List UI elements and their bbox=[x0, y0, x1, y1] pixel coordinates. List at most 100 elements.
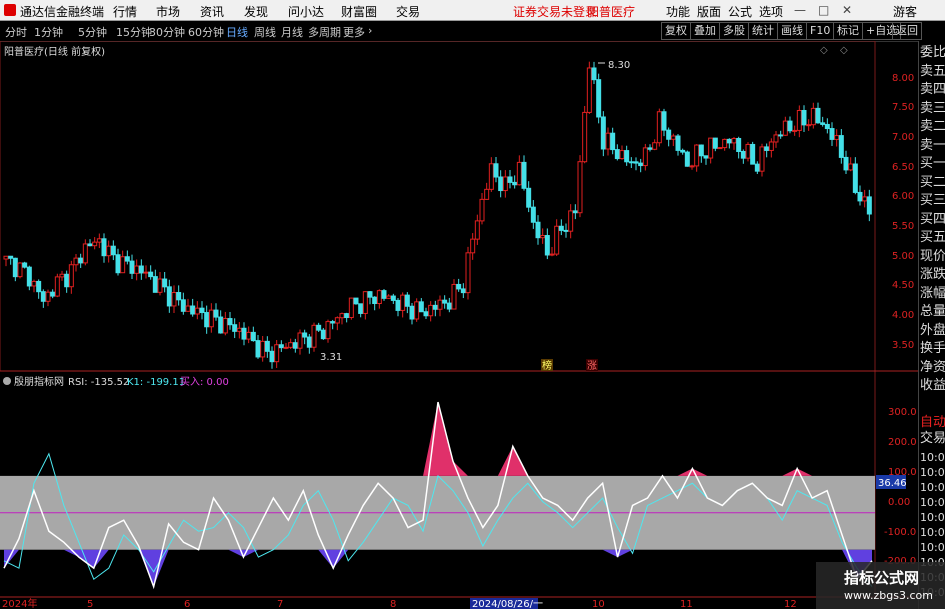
candle-body bbox=[689, 165, 695, 168]
menu-item-layout[interactable]: 版面 bbox=[697, 3, 721, 20]
statistics-button[interactable]: 统计 bbox=[748, 22, 778, 40]
candle-body bbox=[778, 134, 784, 137]
menu-item-ask[interactable]: 问小达 bbox=[288, 3, 324, 20]
period-tab-30min[interactable]: 30分钟 bbox=[149, 24, 185, 40]
period-toolbar: 分时 1分钟 5分钟 15分钟 30分钟 60分钟 日线 周线 月线 多周期 更… bbox=[0, 21, 945, 42]
price-tick: 8.00 bbox=[892, 73, 914, 84]
period-tab-multi[interactable]: 多周期 bbox=[308, 24, 341, 40]
candle-body bbox=[852, 163, 858, 193]
candle-body bbox=[568, 210, 574, 232]
quote-field-label: 买三 bbox=[920, 193, 945, 208]
period-tab-daily[interactable]: 日线 bbox=[226, 24, 248, 40]
candle-body bbox=[68, 264, 74, 288]
candle-body bbox=[456, 283, 462, 290]
candle-body bbox=[213, 309, 219, 318]
quote-field-label: 涨幅 bbox=[920, 285, 945, 301]
adjust-button[interactable]: 复权 bbox=[661, 22, 691, 40]
candle-body bbox=[367, 291, 373, 298]
candle-body bbox=[446, 302, 452, 310]
candle-body bbox=[740, 150, 746, 159]
candle-body bbox=[64, 273, 70, 288]
overlay-button[interactable]: 叠加 bbox=[690, 22, 720, 40]
rsi-oversold-fill bbox=[4, 549, 872, 587]
candle-body bbox=[796, 109, 802, 131]
trade-time: 10:08 bbox=[920, 496, 945, 509]
trade-time: 10:08 bbox=[920, 451, 945, 464]
menu-item-function[interactable]: 功能 bbox=[666, 3, 690, 20]
candle-body bbox=[227, 318, 233, 326]
candle-body bbox=[554, 225, 560, 255]
candle-body bbox=[101, 238, 107, 257]
period-tab-60min[interactable]: 60分钟 bbox=[188, 24, 224, 40]
candle-body bbox=[619, 150, 625, 160]
quote-field-label: 买四 bbox=[920, 211, 945, 227]
stock-chart[interactable]: 阳普医疗(日线 前复权) ◇ ◇ 8.00 7.50 7.00 6.50 6.0… bbox=[0, 41, 918, 609]
price-tick: 5.50 bbox=[892, 221, 914, 232]
candle-body bbox=[171, 292, 177, 307]
trade-time: 10:08 bbox=[920, 466, 945, 479]
candle-body bbox=[577, 161, 583, 214]
period-tab-weekly[interactable]: 周线 bbox=[254, 24, 276, 40]
indicator-toggle-icon[interactable] bbox=[3, 377, 11, 385]
candle-body bbox=[194, 307, 200, 315]
candle-body bbox=[50, 291, 56, 297]
candle-body bbox=[442, 299, 448, 304]
candle-body bbox=[283, 346, 289, 349]
mark-button[interactable]: 标记 bbox=[833, 22, 863, 40]
menu-item-trade[interactable]: 交易 bbox=[396, 3, 420, 20]
candle-body bbox=[36, 280, 42, 293]
candle-body bbox=[768, 141, 774, 151]
chevron-right-icon[interactable]: › bbox=[368, 24, 372, 37]
menu-item-wealth[interactable]: 财富圈 bbox=[341, 3, 377, 20]
watermark-name: 指标公式网 bbox=[844, 569, 920, 587]
multi-stock-button[interactable]: 多股 bbox=[719, 22, 749, 40]
candle-body bbox=[437, 299, 443, 310]
date-tick: 6 bbox=[184, 599, 190, 609]
menu-item-options[interactable]: 选项 bbox=[759, 3, 783, 20]
candle-body bbox=[82, 243, 88, 264]
indicator-name[interactable]: 殷朋指标网 bbox=[14, 375, 64, 388]
period-tab-5min[interactable]: 5分钟 bbox=[78, 24, 107, 40]
price-tick: 6.00 bbox=[892, 191, 914, 202]
candle-body bbox=[549, 253, 555, 256]
candle-body bbox=[204, 312, 210, 328]
diamond-icon-2[interactable]: ◇ bbox=[840, 45, 848, 56]
quote-field-label: 卖五 bbox=[920, 63, 945, 79]
candle-body bbox=[708, 137, 714, 159]
guest-login[interactable]: 游客 bbox=[893, 3, 917, 20]
minimize-icon[interactable]: — bbox=[794, 3, 806, 17]
price-tick: 5.00 bbox=[892, 251, 914, 262]
candle-body bbox=[306, 336, 312, 348]
back-button[interactable]: 返回 bbox=[892, 22, 922, 40]
maximize-icon[interactable]: □ bbox=[818, 3, 829, 17]
f10-button[interactable]: F10 bbox=[806, 22, 835, 40]
candle-body bbox=[152, 276, 158, 293]
trade-login-notice[interactable]: 证券交易未登录 bbox=[513, 3, 597, 20]
period-tab-intraday[interactable]: 分时 bbox=[5, 24, 27, 40]
indicator-tick: -100.0 bbox=[884, 527, 916, 538]
diamond-icon[interactable]: ◇ bbox=[820, 45, 828, 56]
menu-item-discover[interactable]: 发现 bbox=[244, 3, 268, 20]
menu-item-news[interactable]: 资讯 bbox=[200, 3, 224, 20]
candle-body bbox=[325, 321, 331, 340]
menu-item-market[interactable]: 市场 bbox=[156, 3, 180, 20]
period-tab-1min[interactable]: 1分钟 bbox=[34, 24, 63, 40]
period-tab-monthly[interactable]: 月线 bbox=[281, 24, 303, 40]
period-tab-more[interactable]: 更多 bbox=[343, 24, 365, 40]
watermark-url: www.zbgs3.com bbox=[844, 589, 933, 602]
tab-auto[interactable]: 自动 bbox=[920, 415, 945, 431]
rsi-overbought-fill bbox=[4, 402, 872, 476]
candle-body bbox=[180, 299, 186, 312]
candle-body bbox=[759, 146, 765, 172]
period-tab-15min[interactable]: 15分钟 bbox=[116, 24, 152, 40]
quote-side-panel: 委比 卖五 卖四 卖三 卖二 卖一 买一 买二 买三 买四 买五 现价 涨跌 涨幅 总量 外盘 换手 净资 收益 自… bbox=[918, 41, 945, 609]
price-tick: 3.50 bbox=[892, 340, 914, 351]
candle-body bbox=[316, 324, 322, 331]
close-icon[interactable]: ✕ bbox=[842, 3, 852, 17]
menu-item-market-quotes[interactable]: 行情 bbox=[113, 3, 137, 20]
draw-line-button[interactable]: 画线 bbox=[777, 22, 807, 40]
candlestick-series bbox=[3, 61, 872, 369]
tab-trade[interactable]: 交易 bbox=[920, 431, 945, 447]
menu-item-formula[interactable]: 公式 bbox=[728, 3, 752, 20]
candle-body bbox=[134, 265, 140, 274]
